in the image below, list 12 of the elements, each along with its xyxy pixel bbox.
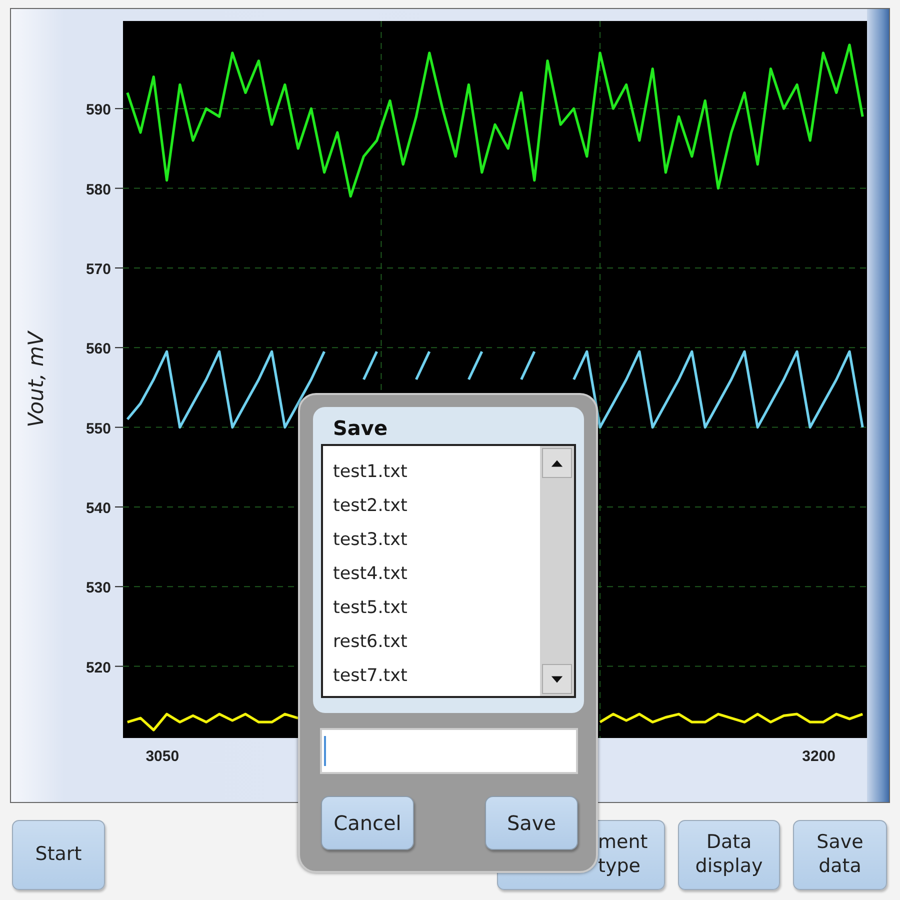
- y-tick-label: 520: [86, 659, 111, 676]
- x-tick-label: 3200: [802, 748, 836, 765]
- x-tick-label: 3050: [146, 748, 180, 765]
- y-tick-label: 580: [86, 181, 111, 198]
- y-tick-label: 530: [86, 580, 111, 597]
- y-tick-label: 560: [86, 340, 111, 358]
- y-tick-label: 590: [86, 102, 111, 119]
- y-tick-label: 550: [86, 420, 111, 438]
- dialog-title: Save: [332, 415, 389, 442]
- y-tick-label: 540: [86, 500, 111, 517]
- y-tick-label: 570: [86, 260, 111, 278]
- y-axis-title: Vout, mV: [24, 332, 48, 428]
